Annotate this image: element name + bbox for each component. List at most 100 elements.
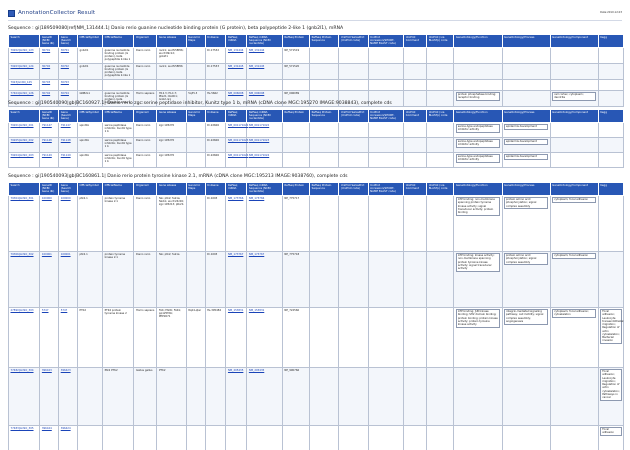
record-link[interactable]: NM_131445	[249, 65, 264, 68]
table-cell	[403, 89, 428, 107]
column-header: GeneID (NCBI Gene db)	[39, 34, 60, 48]
table-cell	[185, 46, 206, 64]
cell-text: spint1b	[79, 138, 90, 142]
record-link[interactable]: 30703	[42, 81, 50, 84]
table-cell	[309, 46, 340, 64]
table-cell	[426, 151, 455, 168]
table-cell: Ptk2 PTK2	[102, 366, 135, 426]
record-link[interactable]: 79203|GI:NO_124	[11, 65, 34, 68]
table-cell: 77483|GI:NO_305	[7, 424, 41, 450]
record-link[interactable]: NM_173767	[228, 253, 243, 256]
record-link[interactable]: 100000	[61, 197, 71, 200]
record-link[interactable]: NM_001171024	[249, 154, 269, 157]
table-cell	[367, 151, 405, 168]
record-link[interactable]: NM_173766	[228, 197, 243, 200]
column-header: GeneID (NCBI Gene db)	[39, 182, 60, 196]
record-link[interactable]: 30702	[42, 65, 50, 68]
table-cell	[403, 78, 428, 91]
table-cell: NM_173766	[246, 194, 283, 252]
table-cell	[597, 89, 625, 107]
record-link[interactable]: NM_173767	[249, 253, 264, 256]
record-link[interactable]: 396424	[61, 427, 71, 430]
record-link[interactable]: 27890|GI:NO_303	[11, 309, 34, 312]
record-link[interactable]: 100001	[42, 253, 52, 256]
table-cell	[549, 366, 599, 426]
table-cell: 79304|GI:NO_301	[7, 194, 41, 252]
table-cell	[309, 194, 340, 252]
record-link[interactable]: 791149	[61, 154, 71, 157]
column-header: GeneOntology/Process	[501, 34, 551, 48]
record-link[interactable]: NM_153831	[249, 309, 264, 312]
record-link[interactable]: NM_001171024	[228, 154, 248, 157]
column-header: GeneOntology/Component	[549, 182, 599, 196]
table-cell	[403, 121, 428, 138]
record-link[interactable]: 79304|GI:NO_301	[11, 197, 34, 200]
record-link[interactable]: 5747	[42, 309, 49, 312]
cell-text: NP_775718	[284, 252, 300, 256]
annotation-box: ATP binding; JUN kinase binding; SH2 dom…	[455, 308, 501, 328]
table-cell	[76, 424, 104, 450]
record-link[interactable]: 77404|GI:NO_126	[11, 92, 34, 95]
record-link[interactable]: 30702	[61, 65, 69, 68]
annotation-box: serine-type endopeptidase inhibitor acti…	[455, 123, 501, 134]
record-link[interactable]: NM_131444	[228, 49, 243, 52]
record-link[interactable]: 30701	[42, 49, 50, 52]
record-link[interactable]: NM_205435	[249, 369, 264, 372]
table-cell	[309, 250, 340, 308]
record-link[interactable]: 396423	[61, 369, 71, 372]
record-link[interactable]: 77483|GI:NO_305	[11, 427, 34, 430]
record-link[interactable]: NM_205435	[228, 369, 243, 372]
record-link[interactable]: 7923|GI:NO_125	[11, 81, 32, 84]
record-link[interactable]: NM_131444	[249, 49, 264, 52]
record-link[interactable]: 79202|GI:NO_123	[11, 49, 34, 52]
record-link[interactable]: NM_153831	[228, 309, 243, 312]
record-link[interactable]: 100000	[42, 197, 52, 200]
record-link[interactable]: NM_001171022	[249, 124, 269, 127]
record-link[interactable]: 30703	[61, 81, 69, 84]
record-link[interactable]: NM_001171022	[228, 124, 248, 127]
record-link[interactable]: 396423	[42, 369, 52, 372]
record-link[interactable]: 79201|GI:NO_201	[11, 124, 34, 127]
record-link[interactable]: 100001	[61, 253, 71, 256]
table-cell: NP_775718	[281, 250, 311, 308]
column-header: Organism	[133, 34, 158, 48]
cell-text: Danio rerio	[135, 252, 151, 256]
record-link[interactable]: 77482|GI:NO_304	[11, 369, 34, 372]
table-cell: NM_131445	[225, 62, 248, 80]
table-cell: 79205|GI:NO_202	[7, 136, 41, 153]
record-link[interactable]: 791148	[61, 139, 71, 142]
column-header: Genomic Maps	[185, 34, 206, 48]
record-link[interactable]: 396424	[42, 427, 52, 430]
record-link[interactable]: 791148	[42, 139, 52, 142]
record-link[interactable]: NM_131445	[228, 65, 243, 68]
table-cell	[309, 62, 340, 80]
record-link[interactable]: 791147	[61, 124, 71, 127]
record-link[interactable]: 30701	[61, 49, 69, 52]
record-link[interactable]: 5747	[61, 309, 68, 312]
record-link[interactable]: 79204|GI:NO_203	[11, 154, 34, 157]
table-cell: Dr.22606	[204, 121, 227, 138]
cell-text: Ptk2 PTK2	[104, 368, 118, 372]
table-cell: NM_205435	[225, 366, 248, 426]
annotation-box: ATP binding; kinase activity; non-membra…	[455, 252, 501, 272]
table-cell: fak; ptk2; fak1a; fak1b; wu:fc24c06; zgc…	[156, 194, 187, 252]
record-link[interactable]: 30704	[42, 92, 50, 95]
record-link[interactable]: NM_001171023	[228, 139, 248, 142]
column-header: UniProt Accession(SHORT-NAME BLAST code)	[367, 182, 405, 196]
record-link[interactable]: 30704	[61, 92, 69, 95]
record-link[interactable]: NM_006098	[249, 92, 264, 95]
record-link[interactable]: 79306|GI:NO_302	[11, 253, 34, 256]
cell-text: ptk2.1	[79, 252, 88, 256]
table-cell: zgc:195270	[156, 136, 187, 153]
record-link[interactable]: NM_173766	[249, 197, 264, 200]
results-table: Search GeneID (NCBI Gene db) Gene (Search …	[7, 182, 625, 450]
annotation-box: serine-type endopeptidase inhibitor acti…	[455, 138, 501, 149]
record-link[interactable]: 791147	[42, 124, 52, 127]
table-cell	[281, 136, 311, 153]
record-link[interactable]: NM_006098	[228, 92, 243, 95]
record-link[interactable]: NM_001171023	[249, 139, 269, 142]
cell-text: zgc:195270	[158, 138, 175, 142]
record-link[interactable]: 791149	[42, 154, 52, 157]
record-link[interactable]: 79205|GI:NO_202	[11, 139, 34, 142]
cell-text: GNB2L1	[79, 91, 90, 95]
